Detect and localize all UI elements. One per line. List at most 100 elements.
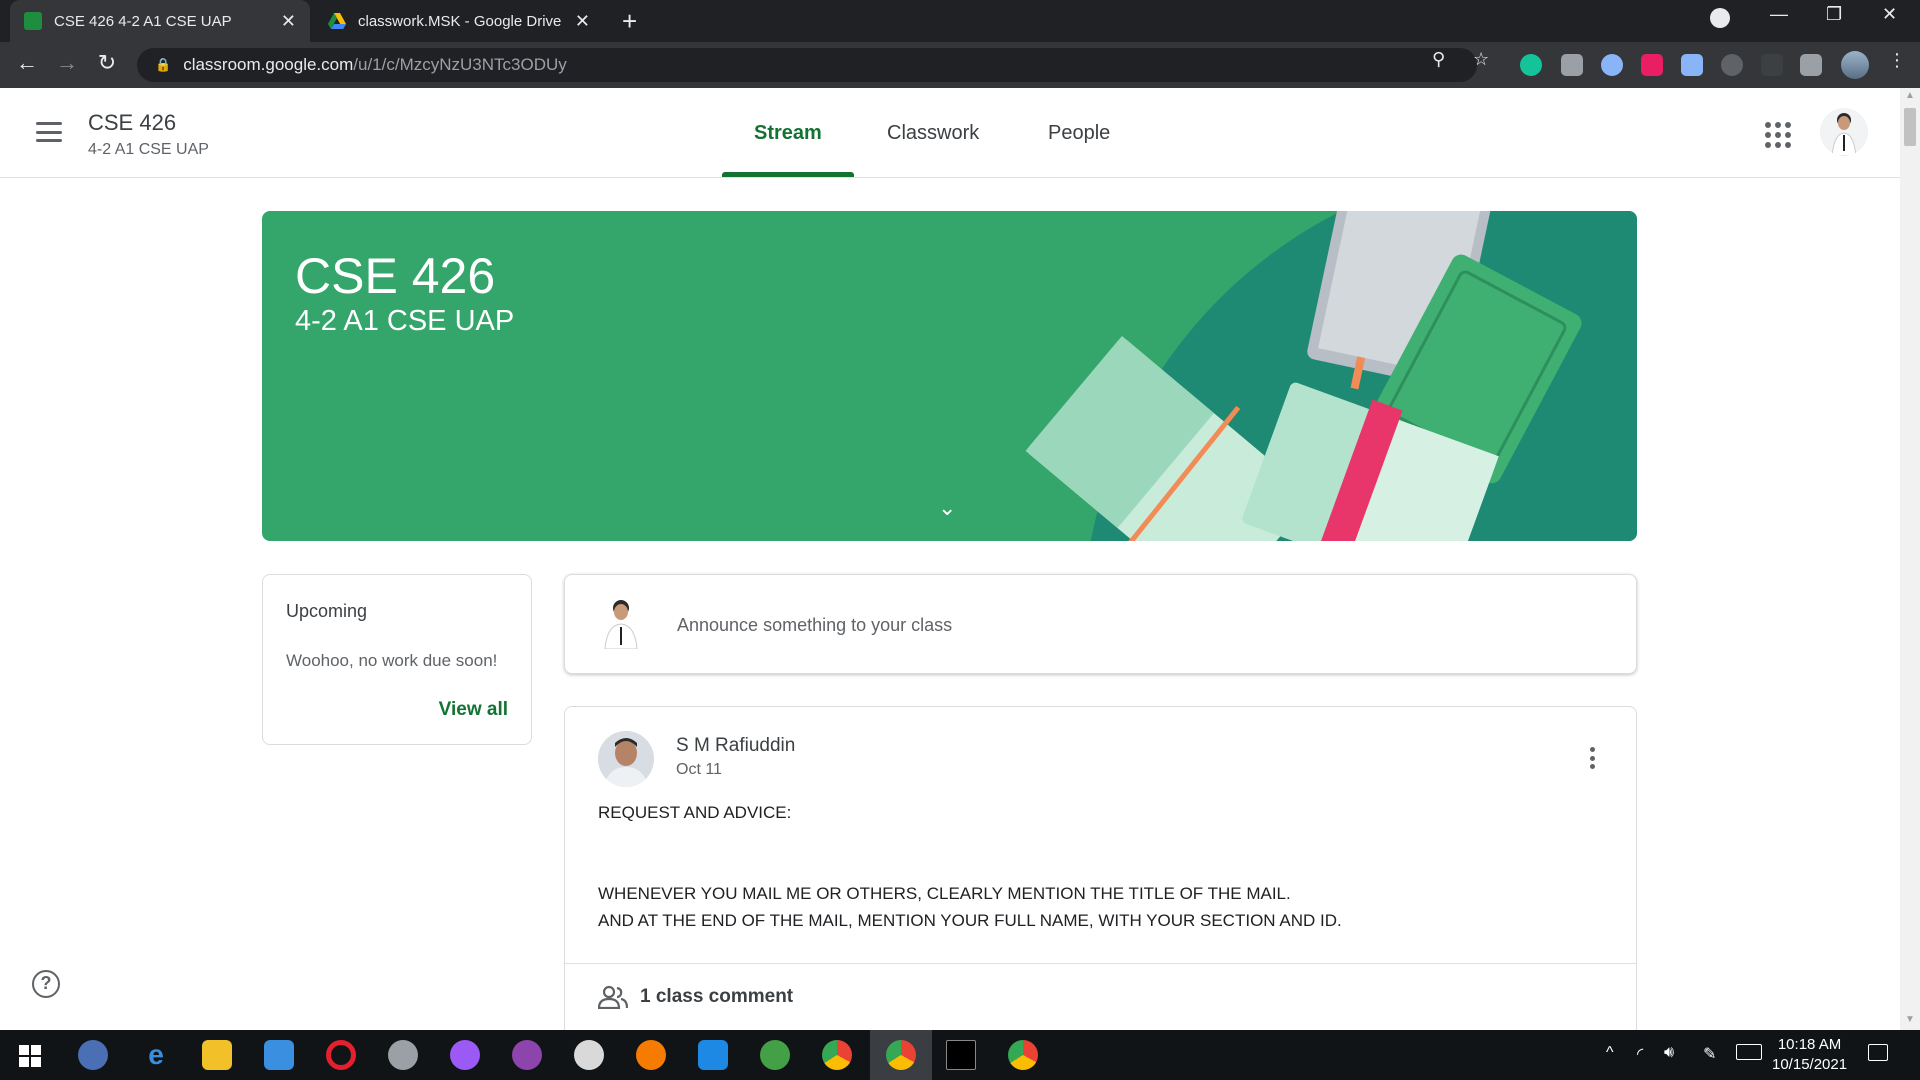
terminal-icon[interactable] [946,1040,976,1070]
show-hidden-icons-icon[interactable]: ^ [1606,1044,1614,1062]
restore-icon[interactable]: ❐ [1826,4,1842,25]
browser-tab-strip: CSE 426 4-2 A1 CSE UAP ✕ classwork.MSK -… [0,0,1920,42]
google-drive-icon [328,13,346,29]
mail-icon[interactable] [264,1040,294,1070]
tab-title: CSE 426 4-2 A1 CSE UAP [54,12,232,30]
chrome-icon[interactable] [1008,1040,1038,1070]
post-body: REQUEST AND ADVICE: WHENEVER YOU MAIL ME… [598,799,1598,934]
main-menu-icon[interactable] [36,122,62,142]
chrome-icon[interactable] [886,1040,916,1070]
close-tab-icon[interactable]: ✕ [281,11,296,32]
classroom-header: CSE 426 4-2 A1 CSE UAP Stream Classwork … [0,88,1900,178]
reload-icon[interactable]: ↻ [92,50,122,76]
scroll-down-icon[interactable]: ▼ [1905,1014,1915,1025]
announce-box[interactable]: Announce something to your class [564,574,1637,674]
new-tab-icon[interactable]: + [622,6,637,37]
scrollbar-thumb[interactable] [1904,108,1916,146]
github-icon[interactable] [512,1040,542,1070]
edge-icon[interactable]: e [141,1039,171,1070]
class-comments-count: 1 class comment [640,986,794,1007]
stream-post: S M Rafiuddin Oct 11 REQUEST AND ADVICE:… [564,706,1637,1066]
app-icon[interactable] [574,1040,604,1070]
post-line: WHENEVER YOU MAIL ME OR OTHERS, CLEARLY … [598,884,1291,903]
camera-extension-icon[interactable] [1561,54,1583,76]
back-icon[interactable]: ← [12,50,42,76]
browser-tab-classroom[interactable]: CSE 426 4-2 A1 CSE UAP ✕ [10,0,310,42]
messenger-icon[interactable] [450,1040,480,1070]
volume-icon[interactable]: 🔊︎ [1664,1044,1674,1062]
puzzle-extensions-icon[interactable] [1800,54,1822,76]
zoom-icon[interactable]: ⚲ [1432,49,1445,70]
post-author: S M Rafiuddin [676,735,796,756]
upcoming-title: Upcoming [286,601,368,621]
vscode-icon[interactable] [698,1040,728,1070]
more-menu-icon[interactable]: ⋮ [1888,50,1906,71]
more-options-icon[interactable] [1590,747,1596,769]
banner-class-section: 4-2 A1 CSE UAP [295,305,515,337]
extension-icon[interactable] [1721,54,1743,76]
tab-people[interactable]: People [1048,122,1110,145]
grammarly-extension-icon[interactable] [1520,54,1542,76]
post-line: AND AT THE END OF THE MAIL, MENTION YOUR… [598,911,1342,930]
post-date[interactable]: Oct 11 [676,761,722,779]
header-class-section: 4-2 A1 CSE UAP [88,141,209,158]
author-avatar [598,731,654,787]
view-all-link[interactable]: View all [439,699,508,721]
profile-avatar[interactable] [1841,51,1869,79]
extension-icon[interactable] [1601,54,1623,76]
post-line: REQUEST AND ADVICE: [598,803,792,822]
chevron-down-icon[interactable]: ⌄ [938,495,956,521]
url-path: /u/1/c/MzcyNzU3NTc3ODUy [353,55,567,74]
system-clock[interactable]: 10:18 AM 10/15/2021 [1772,1035,1847,1075]
file-explorer-icon[interactable] [202,1040,232,1070]
close-tab-icon[interactable]: ✕ [575,11,590,32]
firefox-icon[interactable] [636,1040,666,1070]
scroll-up-icon[interactable]: ▲ [1905,90,1915,101]
clock-date: 10/15/2021 [1772,1056,1848,1073]
header-class-name[interactable]: CSE 426 [88,110,176,136]
app-icon[interactable] [760,1040,790,1070]
bookmark-star-icon[interactable]: ☆ [1473,49,1489,70]
network-icon[interactable]: ◜ [1637,1044,1643,1064]
download-extension-icon[interactable] [1681,54,1703,76]
browser-tab-drive[interactable]: classwork.MSK - Google Drive ✕ [314,0,604,42]
tab-classwork[interactable]: Classwork [887,122,979,145]
forward-icon[interactable]: → [52,50,82,76]
people-icon [598,985,628,1009]
banner-class-name: CSE 426 [295,248,496,304]
clock-time: 10:18 AM [1777,1036,1842,1053]
announce-placeholder[interactable]: Announce something to your class [677,615,952,636]
google-classroom-icon [24,12,42,30]
address-bar[interactable]: 🔒 classroom.google.com/u/1/c/MzcyNzU3NTc… [137,48,1477,82]
upcoming-card: Upcoming Woohoo, no work due soon! View … [262,574,532,745]
chrome-icon[interactable] [822,1040,852,1070]
opera-icon[interactable] [326,1040,356,1070]
url-host: classroom.google.com [183,55,354,74]
qbittorrent-icon[interactable] [78,1040,108,1070]
close-window-icon[interactable]: ✕ [1882,4,1897,25]
post-line [598,853,1598,880]
play-extension-icon[interactable] [1641,54,1663,76]
tab-title: classwork.MSK - Google Drive [358,12,562,30]
user-avatar [604,600,638,649]
class-banner: CSE 426 4-2 A1 CSE UAP ⌄ [262,211,1637,541]
pen-extension-icon[interactable] [1761,54,1783,76]
post-line [598,826,1598,853]
notifications-icon[interactable] [1868,1044,1888,1061]
keyboard-icon[interactable] [1736,1044,1762,1060]
app-icon[interactable] [388,1040,418,1070]
lock-icon: 🔒 [155,57,172,72]
tab-search-icon[interactable] [1710,8,1730,28]
help-icon[interactable]: ? [32,970,60,998]
browser-toolbar: ← → ↻ 🔒 classroom.google.com/u/1/c/MzcyN… [0,42,1920,88]
divider [565,963,1636,964]
windows-start-icon[interactable] [19,1045,41,1067]
pen-icon[interactable]: ✎ [1703,1044,1716,1064]
minimize-icon[interactable]: — [1770,4,1788,25]
google-apps-icon[interactable] [1765,122,1791,148]
tab-stream[interactable]: Stream [754,122,822,145]
page-scrollbar[interactable]: ▲ ▼ [1900,88,1920,1030]
class-comments-link[interactable]: 1 class comment [598,985,793,1009]
windows-taskbar: e ^ ◜ 🔊︎ ✎ 10:18 AM 10/15/2021 [0,1030,1920,1080]
account-avatar[interactable] [1820,108,1868,156]
